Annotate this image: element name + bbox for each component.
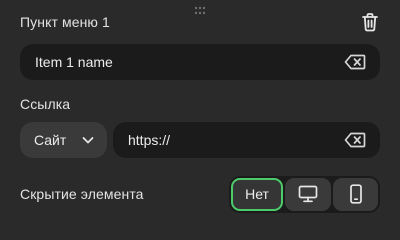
menu-item-panel: Пункт меню 1 Ссылка Сайт xyxy=(0,0,400,229)
menu-item-title: Пункт меню 1 xyxy=(20,14,110,30)
link-label: Ссылка xyxy=(20,96,71,112)
visibility-segmented-control: Нет xyxy=(229,176,380,213)
visibility-option-none-label: Нет xyxy=(245,186,269,202)
chevron-down-icon xyxy=(82,137,94,144)
mobile-phone-icon xyxy=(350,184,362,204)
visibility-option-mobile[interactable] xyxy=(333,178,378,211)
item-name-field xyxy=(20,44,380,80)
visibility-option-none[interactable]: Нет xyxy=(231,178,283,211)
visibility-label: Скрытие элемента xyxy=(20,186,144,202)
link-url-input[interactable] xyxy=(128,122,318,158)
drag-handle-icon[interactable] xyxy=(194,6,206,16)
item-name-input[interactable] xyxy=(35,44,285,80)
desktop-icon xyxy=(298,185,318,203)
trash-icon[interactable] xyxy=(359,11,381,33)
link-type-value: Сайт xyxy=(34,132,67,148)
visibility-option-desktop[interactable] xyxy=(285,178,331,211)
link-url-field xyxy=(113,122,380,158)
link-type-select[interactable]: Сайт xyxy=(20,122,107,158)
backspace-clear-icon[interactable] xyxy=(344,132,366,148)
backspace-clear-icon[interactable] xyxy=(344,54,366,70)
